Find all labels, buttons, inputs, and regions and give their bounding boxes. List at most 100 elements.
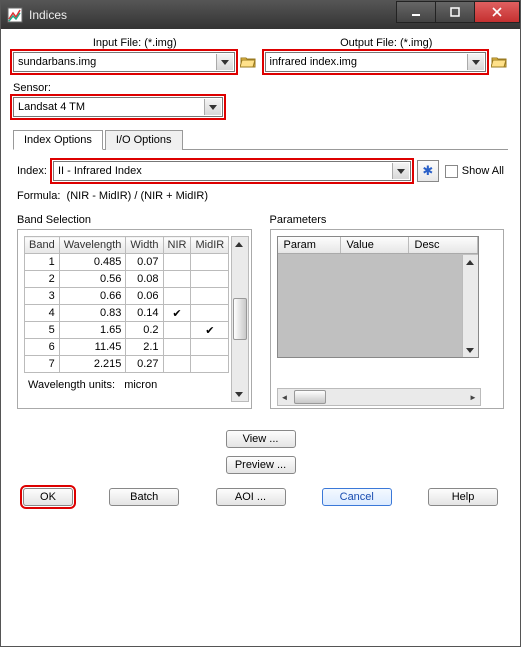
table-row[interactable]: 10.4850.07 — [25, 254, 229, 271]
scroll-thumb[interactable] — [463, 295, 478, 317]
tabstrip: Index Options I/O Options — [13, 129, 508, 150]
table-row[interactable]: 51.650.2 ✔ — [25, 322, 229, 339]
band-col-band[interactable]: Band — [25, 237, 60, 254]
cell-width[interactable]: 0.27 — [126, 356, 163, 373]
sensor-value: Landsat 4 TM — [18, 101, 85, 113]
tab-index-options[interactable]: Index Options — [13, 130, 103, 150]
cancel-button[interactable]: Cancel — [322, 488, 392, 506]
cell-nir[interactable] — [163, 288, 191, 305]
cell-midir[interactable] — [191, 339, 229, 356]
star-icon: ✱ — [422, 163, 433, 179]
band-vscroll[interactable] — [231, 236, 249, 402]
chevron-down-icon — [472, 60, 480, 65]
scroll-left-icon[interactable]: ◄ — [278, 390, 292, 404]
wavelength-units-label: Wavelength units: — [28, 379, 115, 391]
aoi-button[interactable]: AOI ... — [216, 488, 286, 506]
params-col-desc[interactable]: Desc — [409, 237, 479, 253]
view-button[interactable]: View ... — [226, 430, 296, 448]
cell-midir[interactable] — [191, 254, 229, 271]
params-col-param[interactable]: Param — [278, 237, 341, 253]
cell-midir[interactable] — [191, 356, 229, 373]
table-row[interactable]: 30.660.06 — [25, 288, 229, 305]
cell-width[interactable]: 0.14 — [126, 305, 163, 322]
scroll-up-icon[interactable] — [232, 237, 246, 251]
cell-wl[interactable]: 1.65 — [59, 322, 126, 339]
tab-io-options[interactable]: I/O Options — [105, 130, 183, 150]
batch-button[interactable]: Batch — [109, 488, 179, 506]
output-file-dropdown-icon[interactable] — [467, 54, 484, 70]
scroll-right-icon[interactable]: ► — [466, 390, 480, 404]
cell-nir[interactable] — [163, 322, 191, 339]
index-dropdown-icon[interactable] — [392, 163, 409, 179]
params-hscroll[interactable]: ◄ ► — [277, 388, 482, 406]
close-button[interactable] — [474, 1, 520, 23]
cell-width[interactable]: 0.08 — [126, 271, 163, 288]
band-col-nir[interactable]: NIR — [163, 237, 191, 254]
params-vscroll[interactable] — [462, 255, 478, 357]
cell-band[interactable]: 4 — [25, 305, 60, 322]
table-row[interactable]: 611.452.1 — [25, 339, 229, 356]
cell-width[interactable]: 0.06 — [126, 288, 163, 305]
index-combo[interactable]: II - Infrared Index — [53, 161, 411, 181]
cell-wl[interactable]: 0.56 — [59, 271, 126, 288]
scroll-thumb[interactable] — [233, 298, 247, 340]
scroll-up-icon[interactable] — [463, 255, 477, 269]
input-file-label: Input File: (*.img) — [13, 37, 257, 49]
cell-wl[interactable]: 11.45 — [59, 339, 126, 356]
cell-wl[interactable]: 0.83 — [59, 305, 126, 322]
sensor-dropdown-icon[interactable] — [204, 99, 221, 115]
scroll-thumb[interactable] — [294, 390, 326, 404]
band-col-midir[interactable]: MidIR — [191, 237, 229, 254]
maximize-button[interactable] — [435, 1, 475, 23]
input-file-browse-icon[interactable] — [239, 53, 257, 71]
cell-band[interactable]: 7 — [25, 356, 60, 373]
cell-band[interactable]: 3 — [25, 288, 60, 305]
chevron-down-icon — [221, 60, 229, 65]
cell-nir[interactable] — [163, 339, 191, 356]
help-button[interactable]: Help — [428, 488, 498, 506]
cell-width[interactable]: 0.2 — [126, 322, 163, 339]
preview-button[interactable]: Preview ... — [226, 456, 296, 474]
cell-midir[interactable] — [191, 271, 229, 288]
output-file-combo[interactable]: infrared index.img — [265, 52, 487, 72]
band-col-width[interactable]: Width — [126, 237, 163, 254]
cell-nir[interactable]: ✔ — [163, 305, 191, 322]
cell-band[interactable]: 2 — [25, 271, 60, 288]
cell-nir[interactable] — [163, 271, 191, 288]
cell-midir[interactable]: ✔ — [191, 322, 229, 339]
scroll-down-icon[interactable] — [463, 343, 477, 357]
input-file-combo[interactable]: sundarbans.img — [13, 52, 235, 72]
cell-band[interactable]: 6 — [25, 339, 60, 356]
sensor-combo[interactable]: Landsat 4 TM — [13, 97, 223, 117]
cell-nir[interactable] — [163, 356, 191, 373]
chevron-down-icon — [209, 105, 217, 110]
ok-button[interactable]: OK — [23, 488, 73, 506]
dialog-content: Input File: (*.img) sundarbans.img Outpu… — [1, 29, 520, 517]
band-selection-title: Band Selection — [17, 214, 252, 226]
minimize-button[interactable] — [396, 1, 436, 23]
cell-wl[interactable]: 0.66 — [59, 288, 126, 305]
cell-band[interactable]: 5 — [25, 322, 60, 339]
output-file-value: infrared index.img — [270, 56, 357, 68]
cell-midir[interactable] — [191, 288, 229, 305]
favorite-button[interactable]: ✱ — [417, 160, 439, 182]
cell-wl[interactable]: 2.215 — [59, 356, 126, 373]
cell-nir[interactable] — [163, 254, 191, 271]
formula-text: (NIR - MidIR) / (NIR + MidIR) — [67, 190, 208, 202]
output-file-label: Output File: (*.img) — [265, 37, 509, 49]
params-col-value[interactable]: Value — [341, 237, 409, 253]
table-row[interactable]: 40.830.14✔ — [25, 305, 229, 322]
cell-wl[interactable]: 0.485 — [59, 254, 126, 271]
band-table: Band Wavelength Width NIR MidIR 10.4850.… — [24, 236, 229, 373]
input-file-dropdown-icon[interactable] — [216, 54, 233, 70]
band-col-wavelength[interactable]: Wavelength — [59, 237, 126, 254]
table-row[interactable]: 20.560.08 — [25, 271, 229, 288]
cell-midir[interactable] — [191, 305, 229, 322]
table-row[interactable]: 72.2150.27 — [25, 356, 229, 373]
cell-width[interactable]: 2.1 — [126, 339, 163, 356]
cell-band[interactable]: 1 — [25, 254, 60, 271]
output-file-browse-icon[interactable] — [490, 53, 508, 71]
cell-width[interactable]: 0.07 — [126, 254, 163, 271]
scroll-down-icon[interactable] — [232, 387, 246, 401]
showall-checkbox[interactable] — [445, 165, 458, 178]
